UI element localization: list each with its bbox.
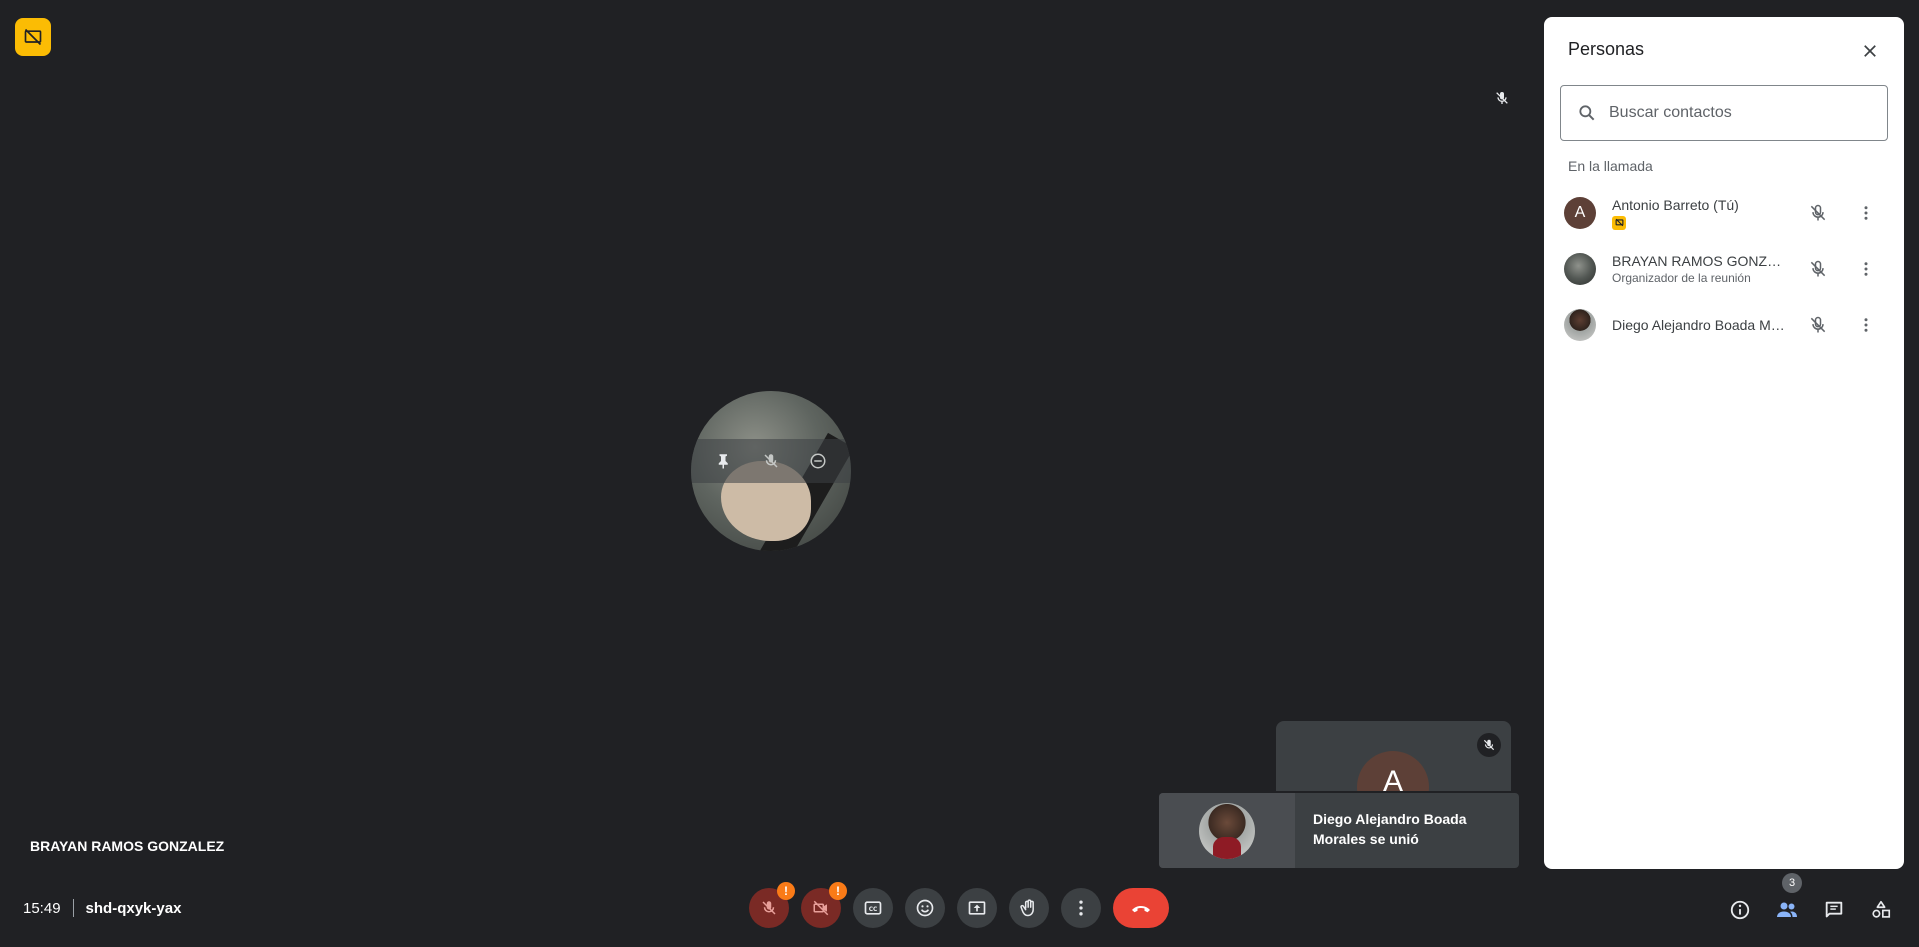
- mic-off-icon: [1490, 86, 1514, 110]
- more-options-button[interactable]: [1061, 888, 1101, 928]
- chat-icon: [1825, 901, 1843, 918]
- more-vert-icon: [1079, 900, 1083, 916]
- participant-info: Diego Alejandro Boada Mo...: [1612, 317, 1790, 333]
- warning-badge: !: [829, 882, 847, 900]
- mic-off-icon: [1477, 733, 1501, 757]
- closed-captions-icon: CC: [864, 901, 882, 915]
- participant-role: Organizador de la reunión: [1612, 271, 1751, 285]
- mic-off-icon[interactable]: [758, 448, 784, 474]
- participant-name: Antonio Barreto (Tú): [1612, 196, 1739, 213]
- side-panel-controls: 3: [1713, 873, 1901, 930]
- speaker-avatar: [691, 391, 851, 551]
- call-controls: ! ! CC: [749, 882, 1169, 928]
- participant-row[interactable]: Diego Alejandro Boada Mo...: [1544, 297, 1904, 353]
- participant-list: A Antonio Barreto (Tú) BRAYAN RAMOS GONZ…: [1544, 185, 1904, 353]
- emoji-icon: [916, 899, 934, 917]
- no-present-icon: [1612, 215, 1626, 230]
- participant-name: Diego Alejandro Boada Mo...: [1612, 317, 1790, 333]
- shapes-icon: [1872, 900, 1891, 918]
- mic-off-icon: [762, 901, 776, 915]
- people-panel: Personas En la llamada A Antonio Barreto…: [1544, 17, 1904, 869]
- notification-text: Diego Alejandro Boada Morales se unió: [1313, 811, 1467, 847]
- participant-row[interactable]: BRAYAN RAMOS GONZALEZ Organizador de la …: [1544, 241, 1904, 297]
- no-present-icon: [24, 28, 42, 46]
- warning-badge: !: [777, 882, 795, 900]
- section-title: En la llamada: [1568, 158, 1653, 174]
- main-stage: BRAYAN RAMOS GONZALEZ A Diego Alejandro …: [0, 0, 1545, 870]
- self-video-tile[interactable]: A: [1276, 721, 1511, 791]
- avatar: [1564, 309, 1596, 341]
- avatar: A: [1564, 197, 1596, 229]
- meeting-code[interactable]: shd-qxyk-yax: [86, 900, 182, 917]
- no-presenting-badge[interactable]: [15, 18, 51, 56]
- meeting-details-button[interactable]: [1720, 890, 1760, 930]
- captions-button[interactable]: CC: [853, 888, 893, 928]
- info-icon: [1730, 900, 1750, 920]
- mic-off-icon[interactable]: [1804, 311, 1832, 339]
- mic-off-icon[interactable]: [1804, 255, 1832, 283]
- avatar: [1564, 253, 1596, 285]
- meeting-time: 15:49: [23, 899, 61, 917]
- tile-hover-actions: [691, 439, 851, 483]
- people-count-badge: 3: [1782, 873, 1802, 893]
- camera-button[interactable]: !: [801, 882, 847, 928]
- hand-icon: [1020, 899, 1034, 917]
- meeting-info: 15:49 shd-qxyk-yax: [23, 899, 181, 917]
- close-icon: [1864, 45, 1876, 57]
- divider: [72, 899, 74, 917]
- close-panel-button[interactable]: [1854, 35, 1886, 67]
- svg-text:CC: CC: [869, 907, 878, 913]
- activities-button[interactable]: [1861, 890, 1901, 930]
- leave-call-button[interactable]: [1113, 888, 1169, 928]
- avatar: A: [1357, 751, 1429, 791]
- bottom-bar: 15:49 shd-qxyk-yax ! ! CC 3: [0, 873, 1919, 938]
- remove-icon[interactable]: [805, 448, 831, 474]
- people-icon: [1777, 902, 1797, 917]
- participant-row[interactable]: A Antonio Barreto (Tú): [1544, 185, 1904, 241]
- chat-button[interactable]: [1814, 890, 1854, 930]
- reactions-button[interactable]: [905, 888, 945, 928]
- more-vert-icon[interactable]: [1852, 255, 1880, 283]
- avatar: [1199, 802, 1255, 859]
- panel-title: Personas: [1568, 39, 1645, 59]
- camera-off-icon: [813, 900, 829, 916]
- search-icon: [1579, 105, 1595, 121]
- hang-up-icon: [1132, 906, 1150, 913]
- participant-info: BRAYAN RAMOS GONZALEZ Organizador de la …: [1612, 253, 1790, 285]
- join-notification[interactable]: Diego Alejandro Boada Morales se unió: [1159, 793, 1519, 868]
- participant-name: BRAYAN RAMOS GONZALEZ: [1612, 253, 1790, 269]
- present-button[interactable]: [957, 888, 997, 928]
- mic-off-icon[interactable]: [1804, 199, 1832, 227]
- participant-info: Antonio Barreto (Tú): [1612, 197, 1790, 230]
- more-vert-icon[interactable]: [1852, 311, 1880, 339]
- raise-hand-button[interactable]: [1009, 888, 1049, 928]
- people-button[interactable]: 3: [1767, 873, 1807, 930]
- present-screen-icon: [968, 901, 986, 915]
- notification-thumbnail: [1159, 793, 1295, 868]
- search-contacts-field: [1560, 85, 1888, 141]
- more-vert-icon[interactable]: [1852, 199, 1880, 227]
- search-contacts-input[interactable]: [1609, 104, 1869, 122]
- pin-icon[interactable]: [711, 448, 737, 474]
- mic-button[interactable]: !: [749, 882, 795, 928]
- speaker-name: BRAYAN RAMOS GONZALEZ: [30, 838, 225, 854]
